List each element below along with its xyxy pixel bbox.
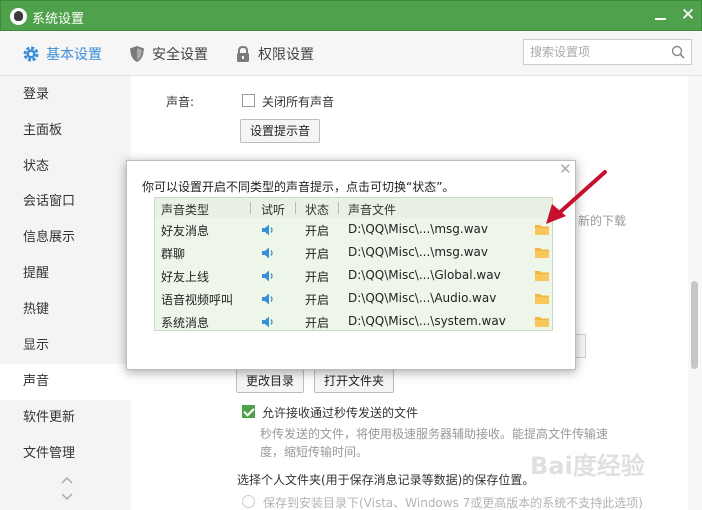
sound-status[interactable]: 开启 bbox=[305, 222, 329, 239]
speaker-icon[interactable] bbox=[261, 292, 275, 306]
folder-icon[interactable] bbox=[534, 269, 550, 282]
mute-all-checkbox[interactable] bbox=[242, 94, 255, 107]
sound-file-path: D:\QQ\Misc\...\msg.wav bbox=[348, 222, 488, 236]
window-title: 系统设置 bbox=[32, 12, 85, 27]
column-divider bbox=[295, 202, 296, 214]
allow-instant-transfer-checkbox[interactable] bbox=[242, 405, 255, 418]
sound-type: 群聊 bbox=[161, 247, 186, 261]
column-divider bbox=[338, 202, 339, 214]
sound-status[interactable]: 开启 bbox=[305, 291, 329, 308]
speaker-icon[interactable] bbox=[261, 269, 275, 283]
sidebar-item-hotkeys[interactable]: 热键 bbox=[0, 292, 131, 328]
sidebar-item-sound[interactable]: 声音 bbox=[0, 364, 131, 400]
folder-icon[interactable] bbox=[534, 292, 550, 305]
transfer-description-line2: 度，缩短传输时间。 bbox=[260, 445, 369, 459]
table-row[interactable]: 系统消息 开启 D:\QQ\Misc\...\system.wav bbox=[155, 310, 552, 333]
folder-icon[interactable] bbox=[534, 315, 550, 328]
sidebar-item-display[interactable]: 显示 bbox=[0, 328, 131, 364]
table-header: 声音类型 试听 状态 声音文件 bbox=[155, 198, 552, 218]
sound-type: 好友上线 bbox=[161, 270, 210, 284]
sidebar-item-file-management[interactable]: 文件管理 bbox=[0, 436, 131, 472]
annotation-arrow-icon bbox=[546, 170, 607, 224]
column-divider bbox=[250, 202, 251, 214]
watermark-text: Bai度经验 bbox=[530, 452, 645, 480]
speaker-icon[interactable] bbox=[261, 223, 275, 237]
search-icon[interactable] bbox=[671, 45, 685, 59]
table-row[interactable]: 语音视频呼叫 开启 D:\QQ\Misc\...\Audio.wav bbox=[155, 287, 552, 310]
personal-folder-title: 选择个人文件夹(用于保存消息记录等数据)的保存位置。 bbox=[237, 473, 535, 487]
sound-section-label: 声音: bbox=[166, 95, 195, 109]
configure-sound-button[interactable]: 设置提示音 bbox=[240, 119, 321, 143]
speaker-icon[interactable] bbox=[261, 246, 275, 260]
save-to-install-dir-radio[interactable] bbox=[242, 495, 255, 508]
sound-type: 语音视频呼叫 bbox=[161, 293, 234, 307]
sound-status[interactable]: 开启 bbox=[305, 245, 329, 262]
column-header-status: 状态 bbox=[305, 203, 330, 217]
folder-icon[interactable] bbox=[534, 246, 550, 259]
sound-file-path: D:\QQ\Misc\...\Audio.wav bbox=[348, 291, 497, 305]
open-folder-button[interactable]: 打开文件夹 bbox=[314, 369, 395, 393]
sound-file-path: D:\QQ\Misc\...\msg.wav bbox=[348, 245, 488, 259]
sidebar-item-info-display[interactable]: 信息展示 bbox=[0, 220, 131, 256]
popup-message: 你可以设置开启不同类型的声音提示，点击可切换“状态”。 bbox=[142, 180, 455, 194]
chevron-up-icon[interactable] bbox=[60, 475, 74, 485]
sidebar-item-status[interactable]: 状态 bbox=[0, 149, 131, 185]
scrollbar-thumb[interactable] bbox=[691, 281, 698, 369]
mute-all-label: 关闭所有声音 bbox=[262, 95, 335, 109]
table-row[interactable]: 群聊 开启 D:\QQ\Misc\...\msg.wav bbox=[155, 241, 552, 264]
title-bar: 系统设置 ✕ bbox=[0, 0, 702, 31]
minimize-button[interactable] bbox=[651, 6, 671, 26]
chevron-down-icon[interactable] bbox=[60, 492, 74, 502]
qq-penguin-icon bbox=[10, 8, 27, 25]
sidebar-item-main-panel[interactable]: 主面板 bbox=[0, 113, 131, 149]
sidebar-item-reminders[interactable]: 提醒 bbox=[0, 256, 131, 292]
search-input[interactable] bbox=[530, 44, 665, 60]
lock-icon bbox=[237, 45, 249, 62]
column-header-sound-type: 声音类型 bbox=[161, 203, 210, 217]
close-button[interactable]: ✕ bbox=[678, 5, 698, 25]
change-directory-button[interactable]: 更改目录 bbox=[236, 369, 305, 393]
settings-sidebar: 登录 主面板 状态 会话窗口 信息展示 提醒 热键 显示 声音 软件更新 文件管… bbox=[0, 76, 131, 510]
sound-status[interactable]: 开启 bbox=[305, 268, 329, 285]
tab-label: 权限设置 bbox=[258, 47, 314, 63]
sound-status[interactable]: 开启 bbox=[305, 314, 329, 331]
allow-instant-transfer-label: 允许接收通过秒传发送的文件 bbox=[262, 406, 419, 420]
column-header-preview: 试听 bbox=[261, 203, 286, 217]
tab-label: 基本设置 bbox=[46, 47, 102, 63]
sound-type: 系统消息 bbox=[161, 316, 210, 330]
sidebar-item-login[interactable]: 登录 bbox=[0, 77, 131, 113]
transfer-description-line1: 秒传发送的文件，将使用极速服务器辅助接收。能提高文件传输速 bbox=[260, 427, 609, 441]
table-row[interactable]: 好友上线 开启 D:\QQ\Misc\...\Global.wav bbox=[155, 264, 552, 287]
sound-file-path: D:\QQ\Misc\...\system.wav bbox=[348, 314, 506, 328]
speaker-icon[interactable] bbox=[261, 315, 275, 329]
baidu-jingyan-watermark: Bai度经验 bbox=[530, 452, 645, 480]
content-scrollbar[interactable] bbox=[688, 76, 702, 510]
gear-icon bbox=[23, 46, 39, 62]
tab-label: 安全设置 bbox=[152, 47, 208, 63]
sidebar-item-software-update[interactable]: 软件更新 bbox=[0, 400, 131, 436]
sound-file-path: D:\QQ\Misc\...\Global.wav bbox=[348, 268, 501, 282]
search-box bbox=[523, 39, 692, 65]
table-row[interactable]: 好友消息 开启 D:\QQ\Misc\...\msg.wav bbox=[155, 218, 552, 241]
shield-icon bbox=[130, 46, 144, 62]
sidebar-item-chat-window[interactable]: 会话窗口 bbox=[0, 184, 131, 220]
sound-type-table: 声音类型 试听 状态 声音文件 好友消息 开启 D:\QQ\Misc\...\m… bbox=[154, 197, 553, 331]
sound-type: 好友消息 bbox=[161, 224, 210, 238]
column-header-sound-file: 声音文件 bbox=[348, 203, 397, 217]
save-to-install-dir-label: 保存到安装目录下(Vista、Windows 7或更高版本的系统不支持此选项) bbox=[263, 496, 643, 510]
